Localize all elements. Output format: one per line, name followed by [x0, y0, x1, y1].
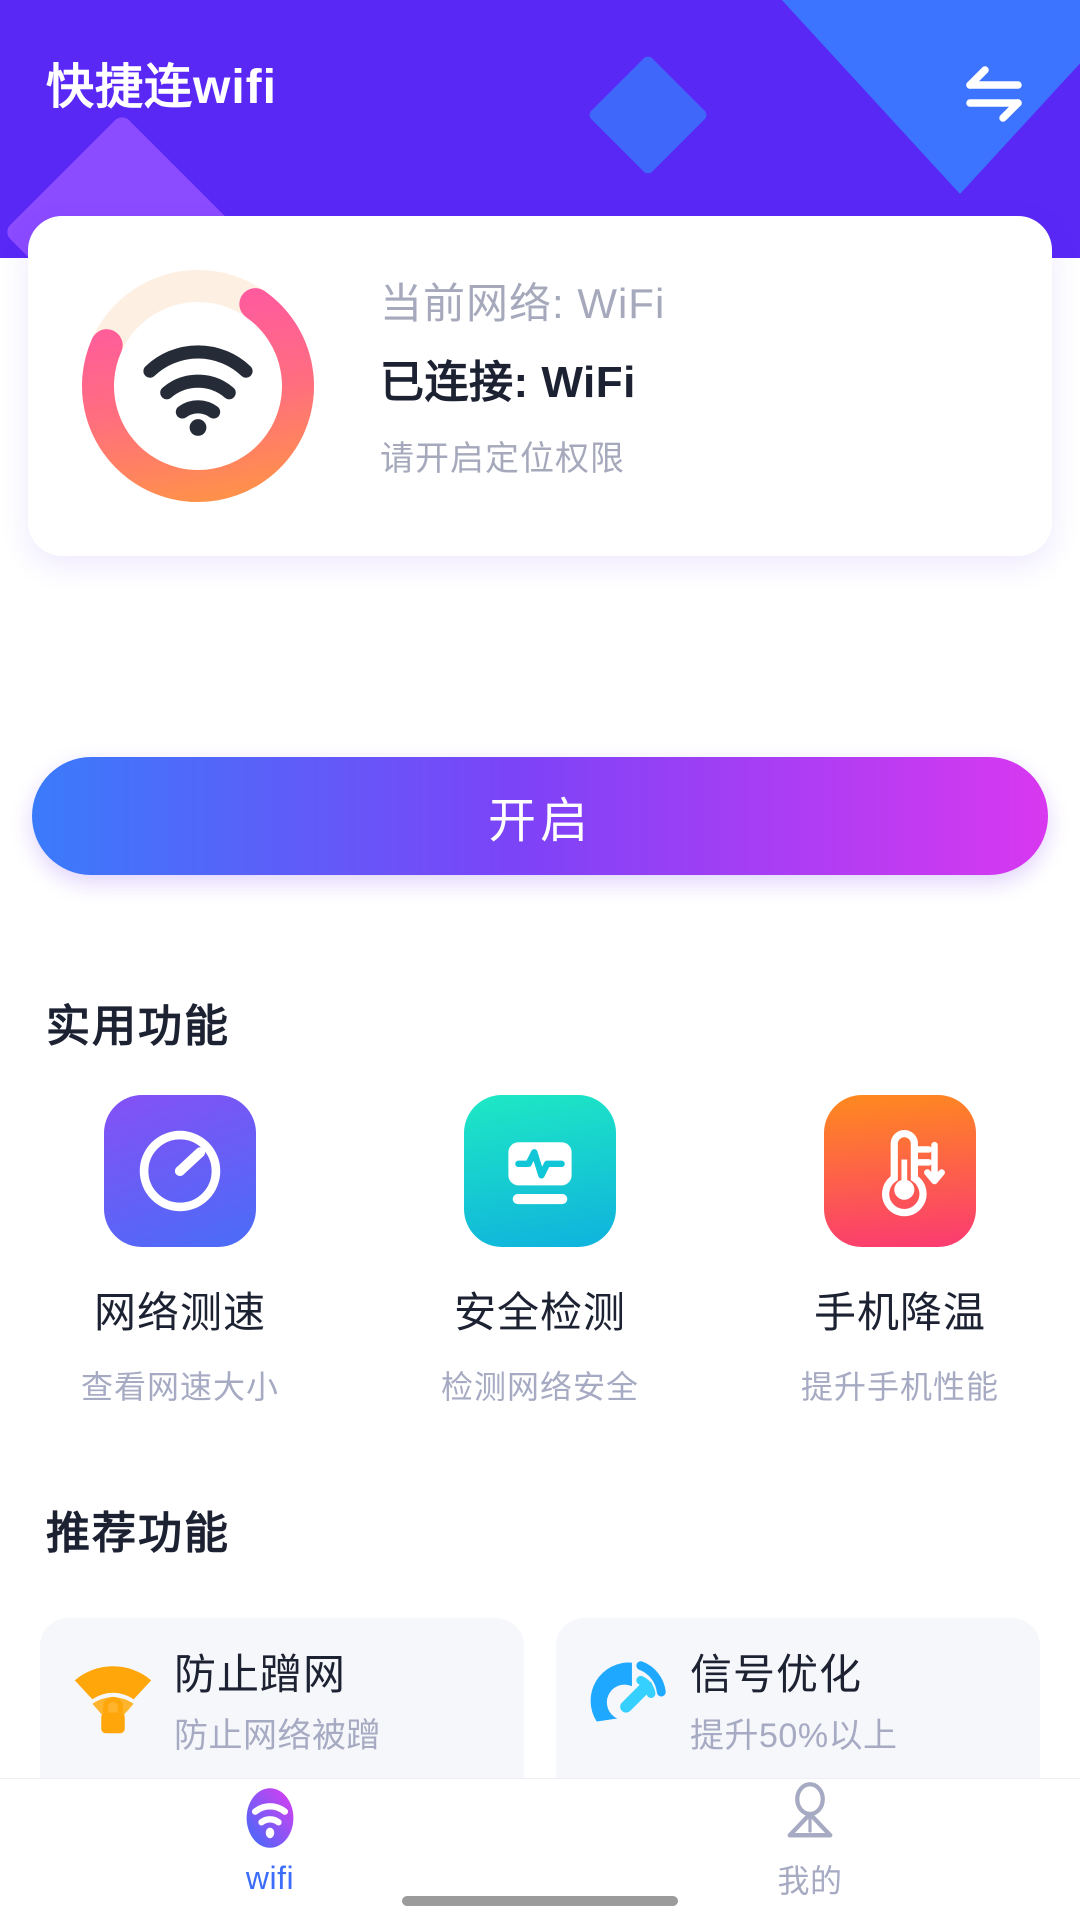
feature-item-speedtest[interactable]: 网络测速 查看网速大小 — [35, 1095, 325, 1408]
recommend-card-title: 信号优化 — [690, 1651, 863, 1698]
recommend-card-sub: 提升50%以上 — [690, 1717, 898, 1756]
satellite-signal-icon — [582, 1648, 676, 1742]
recommend-section-title: 推荐功能 — [46, 1509, 230, 1558]
nav-tab-label: 我的 — [777, 1862, 843, 1899]
monitor-pulse-icon — [464, 1095, 616, 1247]
connected-network-label: 已连接: WiFi — [380, 357, 636, 407]
useful-section-title: 实用功能 — [46, 1002, 230, 1051]
nav-tab-label: wifi — [245, 1860, 295, 1896]
wifi-lock-icon — [66, 1648, 160, 1742]
feature-item-security-check[interactable]: 安全检测 检测网络安全 — [395, 1095, 685, 1408]
recommend-card-text: 防止蹭网 防止网络被蹭 — [174, 1648, 381, 1756]
wifi-progress-ring — [66, 254, 330, 518]
app-screen: 快捷连wifi 当前网络: WiFi 已连接: WiFi 请开启定位权限 开启 … — [0, 0, 1080, 1920]
location-permission-hint: 请开启定位权限 — [380, 439, 625, 478]
current-network-label: 当前网络: WiFi — [380, 280, 666, 327]
feature-label: 网络测速 — [93, 1289, 266, 1336]
page-title: 快捷连wifi — [46, 61, 277, 114]
open-button[interactable]: 开启 — [32, 757, 1048, 875]
feature-label: 安全检测 — [453, 1289, 626, 1336]
recommend-card-sub: 防止网络被蹭 — [174, 1717, 381, 1756]
feature-item-phone-cooling[interactable]: 手机降温 提升手机性能 — [755, 1095, 1045, 1408]
wifi-nav-icon — [236, 1784, 304, 1852]
wifi-status-card[interactable]: 当前网络: WiFi 已连接: WiFi 请开启定位权限 — [28, 216, 1052, 556]
feature-sublabel: 查看网速大小 — [80, 1369, 279, 1405]
speedometer-icon — [104, 1095, 256, 1247]
wifi-icon — [138, 340, 258, 436]
useful-features-row: 网络测速 查看网速大小 安全检测 检测网络安全 手机降温 提升手机性能 — [0, 1095, 1080, 1408]
recommend-card-title: 防止蹭网 — [174, 1651, 347, 1698]
recommend-card-text: 信号优化 提升50%以上 — [690, 1648, 898, 1756]
status-text-block: 当前网络: WiFi 已连接: WiFi 请开启定位权限 — [380, 278, 1000, 480]
header-blue-triangle-decoration — [780, 0, 1080, 194]
header-diamond-decoration-center — [587, 54, 709, 176]
feature-label: 手机降温 — [813, 1289, 986, 1336]
thermometer-icon — [824, 1095, 976, 1247]
home-indicator[interactable] — [402, 1896, 678, 1906]
user-profile-icon — [776, 1780, 844, 1848]
feature-sublabel: 提升手机性能 — [800, 1369, 999, 1405]
feature-sublabel: 检测网络安全 — [440, 1369, 639, 1405]
swap-arrows-icon[interactable] — [956, 58, 1032, 130]
